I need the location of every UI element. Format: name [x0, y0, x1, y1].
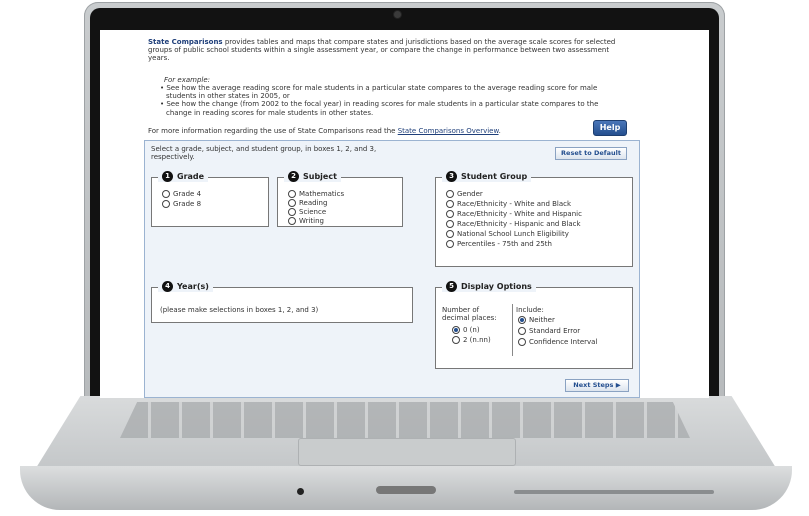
step-2-icon: 2: [288, 171, 299, 182]
keyboard: [120, 402, 690, 438]
radio-icon[interactable]: [446, 220, 454, 228]
power-led-icon: [297, 488, 304, 495]
subject-option[interactable]: Reading: [288, 199, 327, 207]
radio-icon[interactable]: [446, 200, 454, 208]
step-4-icon: 4: [162, 281, 173, 292]
panel-instructions: Select a grade, subject, and student gro…: [151, 145, 377, 161]
overview-link[interactable]: State Comparisons Overview: [398, 127, 499, 135]
include-label: Include:: [516, 306, 544, 314]
group-option[interactable]: Race/Ethnicity - Hispanic and Black: [446, 220, 581, 228]
subject-legend: 2 Subject: [284, 171, 341, 182]
options-divider: [512, 304, 513, 356]
radio-icon[interactable]: [288, 199, 296, 207]
radio-icon[interactable]: [446, 230, 454, 238]
student-group-fieldset: 3 Student Group Gender Race/Ethnicity - W…: [435, 171, 633, 267]
step-5-icon: 5: [446, 281, 457, 292]
group-option[interactable]: Percentiles - 75th and 25th: [446, 240, 552, 248]
reset-to-default-button[interactable]: Reset to Default: [555, 147, 627, 160]
subject-fieldset: 2 Subject Mathematics Reading Science Wri…: [277, 171, 403, 227]
decimal-option[interactable]: 2 (n.nn): [452, 336, 491, 344]
screen: State Comparisons provides tables and ma…: [100, 30, 709, 398]
camera-icon: [394, 11, 401, 18]
intro-paragraph: State Comparisons provides tables and ma…: [148, 38, 618, 63]
example-item: • See how the average reading score for …: [160, 84, 598, 101]
display-options-legend: 5 Display Options: [442, 281, 536, 292]
decimal-places-label: Number of decimal places:: [442, 306, 497, 322]
radio-icon[interactable]: [288, 208, 296, 216]
subject-option[interactable]: Science: [288, 208, 326, 216]
example-list: • See how the average reading score for …: [158, 84, 618, 117]
years-fieldset: 4 Year(s) (please make selections in boxe…: [151, 281, 413, 323]
group-option[interactable]: National School Lunch Eligibility: [446, 230, 569, 238]
drive-slot: [514, 490, 714, 494]
radio-icon[interactable]: [288, 190, 296, 198]
next-steps-button[interactable]: Next Steps ▶: [565, 379, 629, 392]
subject-option[interactable]: Writing: [288, 217, 324, 225]
grade-option-4[interactable]: Grade 4: [162, 190, 201, 198]
group-option[interactable]: Gender: [446, 190, 483, 198]
group-option[interactable]: Race/Ethnicity - White and Black: [446, 200, 571, 208]
years-placeholder: (please make selections in boxes 1, 2, a…: [160, 306, 319, 314]
subject-option[interactable]: Mathematics: [288, 190, 344, 198]
front-latch: [376, 486, 436, 494]
radio-selected-icon[interactable]: [518, 316, 526, 324]
display-options-fieldset: 5 Display Options Number of decimal place…: [435, 281, 633, 369]
include-option[interactable]: Confidence Interval: [518, 338, 597, 346]
intro-brand: State Comparisons: [148, 38, 223, 46]
example-title: For example:: [164, 76, 211, 84]
grade-option-8[interactable]: Grade 8: [162, 200, 201, 208]
selection-panel: Select a grade, subject, and student gro…: [144, 140, 640, 398]
radio-icon[interactable]: [162, 190, 170, 198]
group-option[interactable]: Race/Ethnicity - White and Hispanic: [446, 210, 582, 218]
step-3-icon: 3: [446, 171, 457, 182]
grade-legend: 1 Grade: [158, 171, 209, 182]
radio-icon[interactable]: [446, 210, 454, 218]
years-legend: 4 Year(s): [158, 281, 213, 292]
include-option[interactable]: Standard Error: [518, 327, 580, 335]
radio-icon[interactable]: [162, 200, 170, 208]
help-button[interactable]: Help: [593, 120, 627, 136]
decimal-option[interactable]: 0 (n): [452, 326, 480, 334]
step-1-icon: 1: [162, 171, 173, 182]
radio-icon[interactable]: [518, 338, 526, 346]
radio-icon[interactable]: [452, 336, 460, 344]
radio-icon[interactable]: [446, 240, 454, 248]
include-option[interactable]: Neither: [518, 316, 555, 324]
radio-icon[interactable]: [446, 190, 454, 198]
more-info-text: For more information regarding the use o…: [148, 127, 501, 135]
radio-icon[interactable]: [518, 327, 526, 335]
grade-fieldset: 1 Grade Grade 4 Grade 8: [151, 171, 269, 227]
radio-selected-icon[interactable]: [452, 326, 460, 334]
student-group-legend: 3 Student Group: [442, 171, 532, 182]
radio-icon[interactable]: [288, 217, 296, 225]
touchpad: [298, 438, 516, 466]
example-item: • See how the change (from 2002 to the f…: [160, 100, 599, 117]
